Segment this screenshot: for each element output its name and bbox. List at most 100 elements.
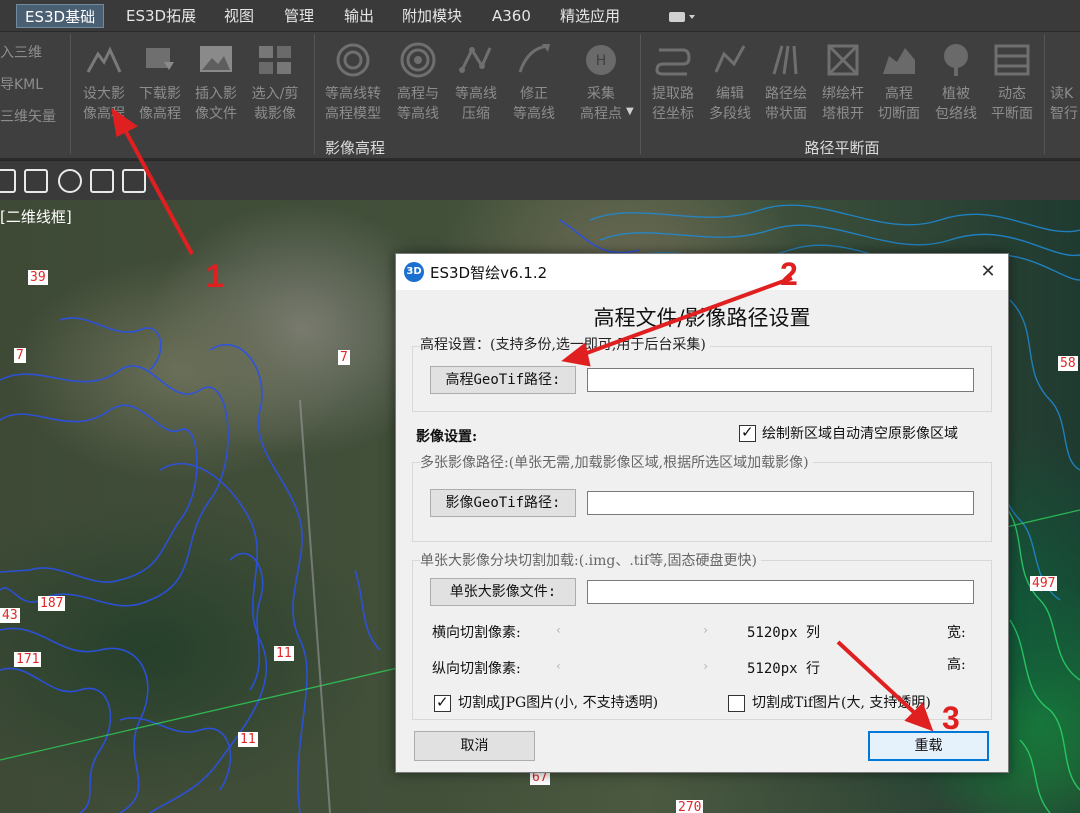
annotation-number-3: 3 [942,700,960,736]
elevation-geotif-path-button[interactable]: 高程GeoTif路径: [430,366,576,394]
tif-split-label: 切割成Tif图片(大, 支持透明) [752,695,931,711]
extract-route-coords-button[interactable]: 提取路 径坐标 [644,40,702,124]
tab-es3d-basic[interactable]: ES3D基础 [16,4,105,28]
cancel-button[interactable]: 取消 [414,731,535,761]
select-clip-image-button[interactable]: 选入/剪 裁影像 [244,40,306,124]
v-split-value: 5120px 行 [747,661,821,677]
target-collect-icon: H [586,45,616,75]
profile-area-icon [883,48,915,74]
insert-image-file-button[interactable]: 插入影 像文件 [188,40,244,124]
dropdown-arrow-icon[interactable]: ▼ [626,106,634,117]
ribbon-options-icon[interactable] [668,9,698,23]
image-section-label: 影像设置: [416,429,478,445]
tab-view[interactable]: 视图 [216,4,262,28]
collect-elevation-points-button[interactable]: H 采集 高程点 [570,40,632,124]
tab-manage[interactable]: 管理 [276,4,322,28]
elevation-label: 11 [274,646,294,661]
image-geotif-path-button[interactable]: 影像GeoTif路径: [430,489,576,517]
tower-base-button[interactable]: 绑绘杆 塔根开 [814,40,872,124]
info-icon[interactable] [58,169,82,193]
fix-contour-button[interactable]: 修正 等高线 [506,40,562,124]
concentric-icon [400,42,436,78]
polyline-nodes-icon [459,46,492,73]
panel-title-route: 路径平断面 [804,139,880,157]
h-split-value: 5120px 列 [747,625,821,641]
auto-clear-label: 绘制新区域自动清空原影像区域 [762,426,958,442]
app-logo-icon: 3D [404,262,424,282]
elevation-path-field[interactable] [587,368,974,392]
close-icon[interactable]: ✕ [976,260,1000,284]
v-split-label: 纵向切割像素: [432,661,521,677]
v-split-slider[interactable]: ‹ › [556,659,712,674]
auto-clear-checkbox[interactable] [739,423,756,442]
annotation-number-2: 2 [780,256,798,292]
dialog-heading: 高程文件/影像路径设置 [593,306,811,330]
panel-title-imagery: 影像高程 [324,139,385,157]
dynamic-profile-button[interactable]: 动态 平断面 [984,40,1040,124]
parallel-lines-icon [772,45,798,75]
slider-left-arrow-icon[interactable]: ‹ [556,623,561,637]
elevation-label: 7 [14,348,26,363]
viewport-label[interactable]: [二维线框] [0,206,72,227]
profile-lines-icon [994,44,1030,76]
tab-a360[interactable]: A360 [484,4,539,28]
layer-icon[interactable] [0,169,16,193]
elevation-label: 11 [238,732,258,747]
h-split-slider[interactable]: ‹ › [556,623,712,638]
quick-toolbar [0,160,1080,200]
tree-icon [944,44,968,76]
menu-bar: ES3D基础 ES3D拓展 视图 管理 输出 附加模块 A360 精选应用 [0,0,1080,32]
reload-button[interactable]: 重载 [868,731,989,761]
jpg-split-label: 切割成JPG图片(小, 不支持透明) [458,695,659,711]
single-image-section-label: 单张大影像分块切割加载:(.img、.tif等,固态硬盘更快) [420,550,761,570]
elevation-profile-button[interactable]: 高程 切断面 [872,40,926,124]
pencil-icon[interactable] [90,169,114,193]
image-path-field[interactable] [587,491,974,515]
route-band-button[interactable]: 路径绘 带状面 [758,40,814,124]
compress-contour-button[interactable]: 等高线 压缩 [448,40,504,124]
clipboard-icon[interactable] [122,169,146,193]
slider-right-arrow-icon[interactable]: › [703,623,708,637]
read-kml-button[interactable]: 读K 智行 [1050,84,1080,124]
tab-addon[interactable]: 附加模块 [394,4,470,28]
image-icon [200,46,232,72]
elevation-label: 7 [338,350,350,365]
ribbon-item-3d-vector[interactable]: 三维矢量 [0,106,56,126]
elevation-label: 270 [676,800,704,813]
download-image-elevation-button[interactable]: 下载影 像高程 [132,40,188,124]
slider-left-arrow-icon[interactable]: ‹ [556,659,561,673]
tab-featured-apps[interactable]: 精选应用 [552,4,628,28]
polyline-edit-icon [714,45,746,73]
ribbon-item-import-3d[interactable]: 入三维 [0,42,42,62]
crossed-box-icon [827,44,859,76]
ribbon-item-export-kml[interactable]: 导KML [0,74,43,94]
annotation-number-1: 1 [206,258,224,294]
elevation-label: 58 [1058,356,1078,371]
dialog-titlebar[interactable]: 3D ES3D智绘v6.1.2 ✕ [396,254,1008,290]
grid-image-icon [259,46,291,74]
edit-polyline-button[interactable]: 编辑 多段线 [702,40,758,124]
set-image-elevation-button[interactable]: 设大影 像高程 [76,40,132,124]
elevation-label: 43 [0,608,20,623]
single-image-path-field[interactable] [587,580,974,604]
tab-es3d-extend[interactable]: ES3D拓展 [118,4,204,28]
tif-split-checkbox[interactable] [728,695,745,712]
contour-to-model-button[interactable]: 等高线转 高程模型 [320,40,386,124]
tab-output[interactable]: 输出 [336,4,382,28]
single-image-file-button[interactable]: 单张大影像文件: [430,578,576,606]
pen-curve-icon [518,44,550,73]
jpg-split-checkbox[interactable] [434,693,451,712]
elevation-contour-button[interactable]: 高程与 等高线 [390,40,446,124]
multi-image-section-label: 多张影像路径:(单张无需,加载影像区域,根据所选区域加载影像) [420,452,813,472]
stairs-icon[interactable] [24,169,48,193]
slider-right-arrow-icon[interactable]: › [703,659,708,673]
elevation-section-label: 高程设置：(支持多份,选一即可,用于后台采集) [420,334,710,354]
elevation-label: 39 [28,270,48,285]
elevation-label: 171 [14,652,42,667]
width-label: 宽: [947,625,966,641]
mountain-icon [86,46,122,73]
height-label: 高: [947,657,966,673]
route-icon [655,48,691,76]
vegetation-envelope-button[interactable]: 植被 包络线 [928,40,984,124]
h-split-label: 横向切割像素: [432,625,521,641]
